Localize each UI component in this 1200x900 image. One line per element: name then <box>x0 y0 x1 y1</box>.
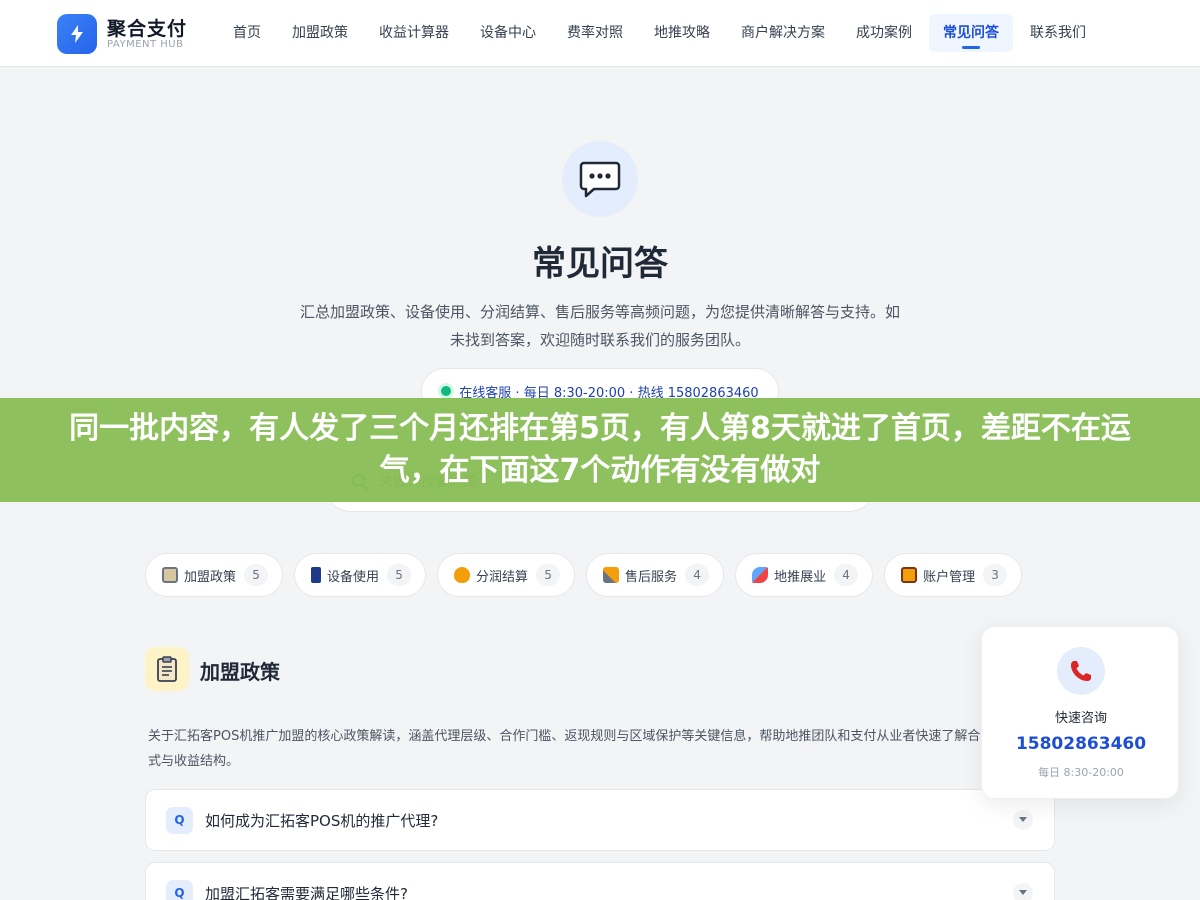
category-count: 5 <box>244 564 269 586</box>
main-nav: 首页 加盟政策 收益计算器 设备中心 费率对照 地推攻略 商户解决方案 成功案例… <box>219 14 1103 52</box>
call-card-phone[interactable]: 15802863460 <box>982 734 1180 754</box>
faq-item[interactable]: Q 加盟汇拓客需要满足哪些条件? <box>145 862 1055 900</box>
nav-merchant-solutions[interactable]: 商户解决方案 <box>727 14 839 52</box>
category-filter: 加盟政策 5 设备使用 5 分润结算 5 售后服务 4 地推展业 4 账户管理 … <box>145 553 1033 597</box>
category-count: 3 <box>983 564 1008 586</box>
nav-success-cases[interactable]: 成功案例 <box>842 14 926 52</box>
nav-faq[interactable]: 常见问答 <box>929 14 1013 52</box>
lock-icon <box>901 567 918 583</box>
category-label: 分润结算 <box>476 569 529 585</box>
category-label: 加盟政策 <box>184 569 237 585</box>
category-count: 4 <box>834 564 859 586</box>
clipboard-icon <box>162 567 178 583</box>
page-description: 汇总加盟政策、设备使用、分润结算、售后服务等高频问题，为您提供清晰解答与支持。如… <box>300 303 901 349</box>
telephone-icon <box>1071 661 1091 681</box>
faq-question: 加盟汇拓客需要满足哪些条件? <box>205 884 408 900</box>
category-count: 5 <box>536 564 561 586</box>
call-icon-circle <box>1057 647 1105 695</box>
nav-rate-comparison[interactable]: 费率对照 <box>553 14 637 52</box>
nav-franchise-policy[interactable]: 加盟政策 <box>278 14 362 52</box>
clipboard-icon <box>157 656 177 682</box>
nav-promotion-guide[interactable]: 地推攻略 <box>640 14 724 52</box>
hero-icon-circle <box>562 141 638 217</box>
brand-subtitle: PAYMENT HUB <box>107 39 184 50</box>
category-count: 5 <box>387 564 412 586</box>
chat-bubble-icon <box>579 161 621 198</box>
section-icon-box <box>145 647 189 691</box>
nav-device-center[interactable]: 设备中心 <box>466 14 550 52</box>
chevron-down-icon[interactable] <box>1013 810 1033 830</box>
online-status-dot <box>441 386 452 396</box>
category-label: 账户管理 <box>923 569 976 585</box>
category-chip-franchise[interactable]: 加盟政策 5 <box>145 553 284 597</box>
category-chip-promotion[interactable]: 地推展业 4 <box>735 553 874 597</box>
question-badge: Q <box>166 806 193 834</box>
nav-revenue-calculator[interactable]: 收益计算器 <box>365 14 463 52</box>
question-badge: Q <box>166 879 193 900</box>
tools-icon <box>603 567 620 583</box>
banner-text: 同一批内容，有人发了三个月还排在第5页，有人第8天就进了首页，差距不在运气，在下… <box>69 411 1131 488</box>
quick-consult-card[interactable]: 快速咨询 15802863460 每日 8:30-20:00 <box>981 626 1179 799</box>
category-chip-settlement[interactable]: 分润结算 5 <box>437 553 576 597</box>
brand-name: 聚合支付 <box>107 18 188 40</box>
category-label: 地推展业 <box>774 569 827 585</box>
page-title: 常见问答 <box>532 244 668 284</box>
section-title: 加盟政策 <box>200 660 280 684</box>
overlay-banner: 同一批内容，有人发了三个月还排在第5页，有人第8天就进了首页，差距不在运气，在下… <box>0 398 1200 502</box>
top-header: 聚合支付 PAYMENT HUB 首页 加盟政策 收益计算器 设备中心 费率对照… <box>0 0 1200 67</box>
lightning-icon <box>71 25 83 43</box>
section-description: 关于汇拓客POS机推广加盟的核心政策解读，涵盖代理层级、合作门槛、返现规则与区域… <box>148 729 1007 769</box>
call-card-hours: 每日 8:30-20:00 <box>1038 766 1124 779</box>
faq-question: 如何成为汇拓客POS机的推广代理? <box>205 811 439 830</box>
call-card-label: 快速咨询 <box>1054 711 1107 726</box>
nav-home[interactable]: 首页 <box>219 14 275 52</box>
money-bag-icon <box>454 567 471 583</box>
nav-contact-us[interactable]: 联系我们 <box>1016 14 1100 52</box>
chevron-down-icon[interactable] <box>1013 883 1033 900</box>
phone-icon <box>311 567 322 583</box>
logo[interactable] <box>57 14 97 54</box>
category-chip-account[interactable]: 账户管理 3 <box>884 553 1023 597</box>
category-label: 售后服务 <box>625 569 678 585</box>
category-label: 设备使用 <box>327 569 380 585</box>
faq-item[interactable]: Q 如何成为汇拓客POS机的推广代理? <box>145 789 1055 851</box>
category-chip-device[interactable]: 设备使用 5 <box>294 553 427 597</box>
rocket-icon <box>752 567 769 583</box>
category-chip-after-sales[interactable]: 售后服务 4 <box>586 553 725 597</box>
category-count: 4 <box>685 564 710 586</box>
